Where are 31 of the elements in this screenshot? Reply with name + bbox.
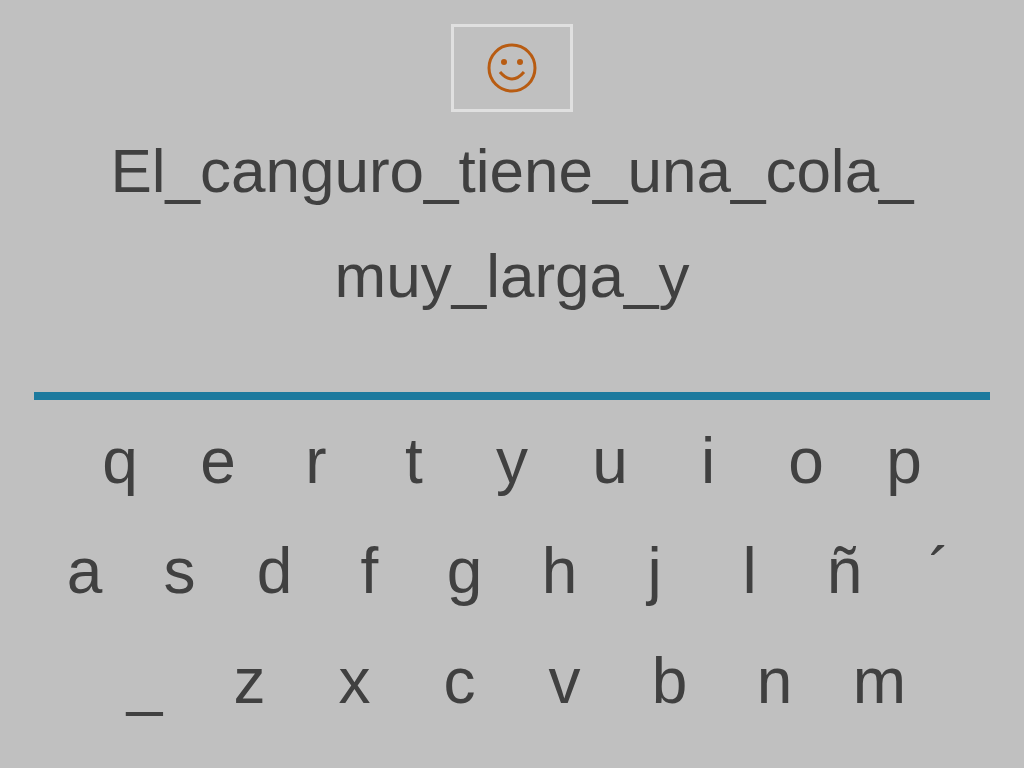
letter-key[interactable]: q	[71, 424, 169, 498]
letter-key[interactable]: e	[169, 424, 267, 498]
letter-key[interactable]: v	[512, 644, 617, 718]
letter-key[interactable]: i	[659, 424, 757, 498]
letter-key[interactable]: b	[617, 644, 722, 718]
letter-key[interactable]: c	[407, 644, 512, 718]
letter-key[interactable]: ´	[892, 534, 987, 608]
letter-key[interactable]: u	[561, 424, 659, 498]
letter-key[interactable]: j	[607, 534, 702, 608]
letter-key[interactable]: _	[92, 644, 197, 718]
letter-key[interactable]: z	[197, 644, 302, 718]
letter-key[interactable]: ñ	[797, 534, 892, 608]
letter-key[interactable]: o	[757, 424, 855, 498]
smiley-button[interactable]	[451, 24, 573, 112]
sentence-text: El_canguro_tiene_una_cola_	[110, 135, 914, 207]
letter-key[interactable]: a	[37, 534, 132, 608]
letter-key[interactable]: p	[855, 424, 953, 498]
letter-key[interactable]: n	[722, 644, 827, 718]
letter-key[interactable]: g	[417, 534, 512, 608]
letter-key[interactable]: m	[827, 644, 932, 718]
letter-key[interactable]: h	[512, 534, 607, 608]
letter-key[interactable]: s	[132, 534, 227, 608]
letter-key[interactable]: f	[322, 534, 417, 608]
letter-key[interactable]: d	[227, 534, 322, 608]
letter-key[interactable]: t	[365, 424, 463, 498]
sentence-text: muy_larga_y	[334, 240, 690, 312]
letter-key[interactable]: r	[267, 424, 365, 498]
smiley-icon	[486, 42, 538, 94]
letter-key[interactable]: y	[463, 424, 561, 498]
letter-key[interactable]: l	[702, 534, 797, 608]
letter-key[interactable]: x	[302, 644, 407, 718]
